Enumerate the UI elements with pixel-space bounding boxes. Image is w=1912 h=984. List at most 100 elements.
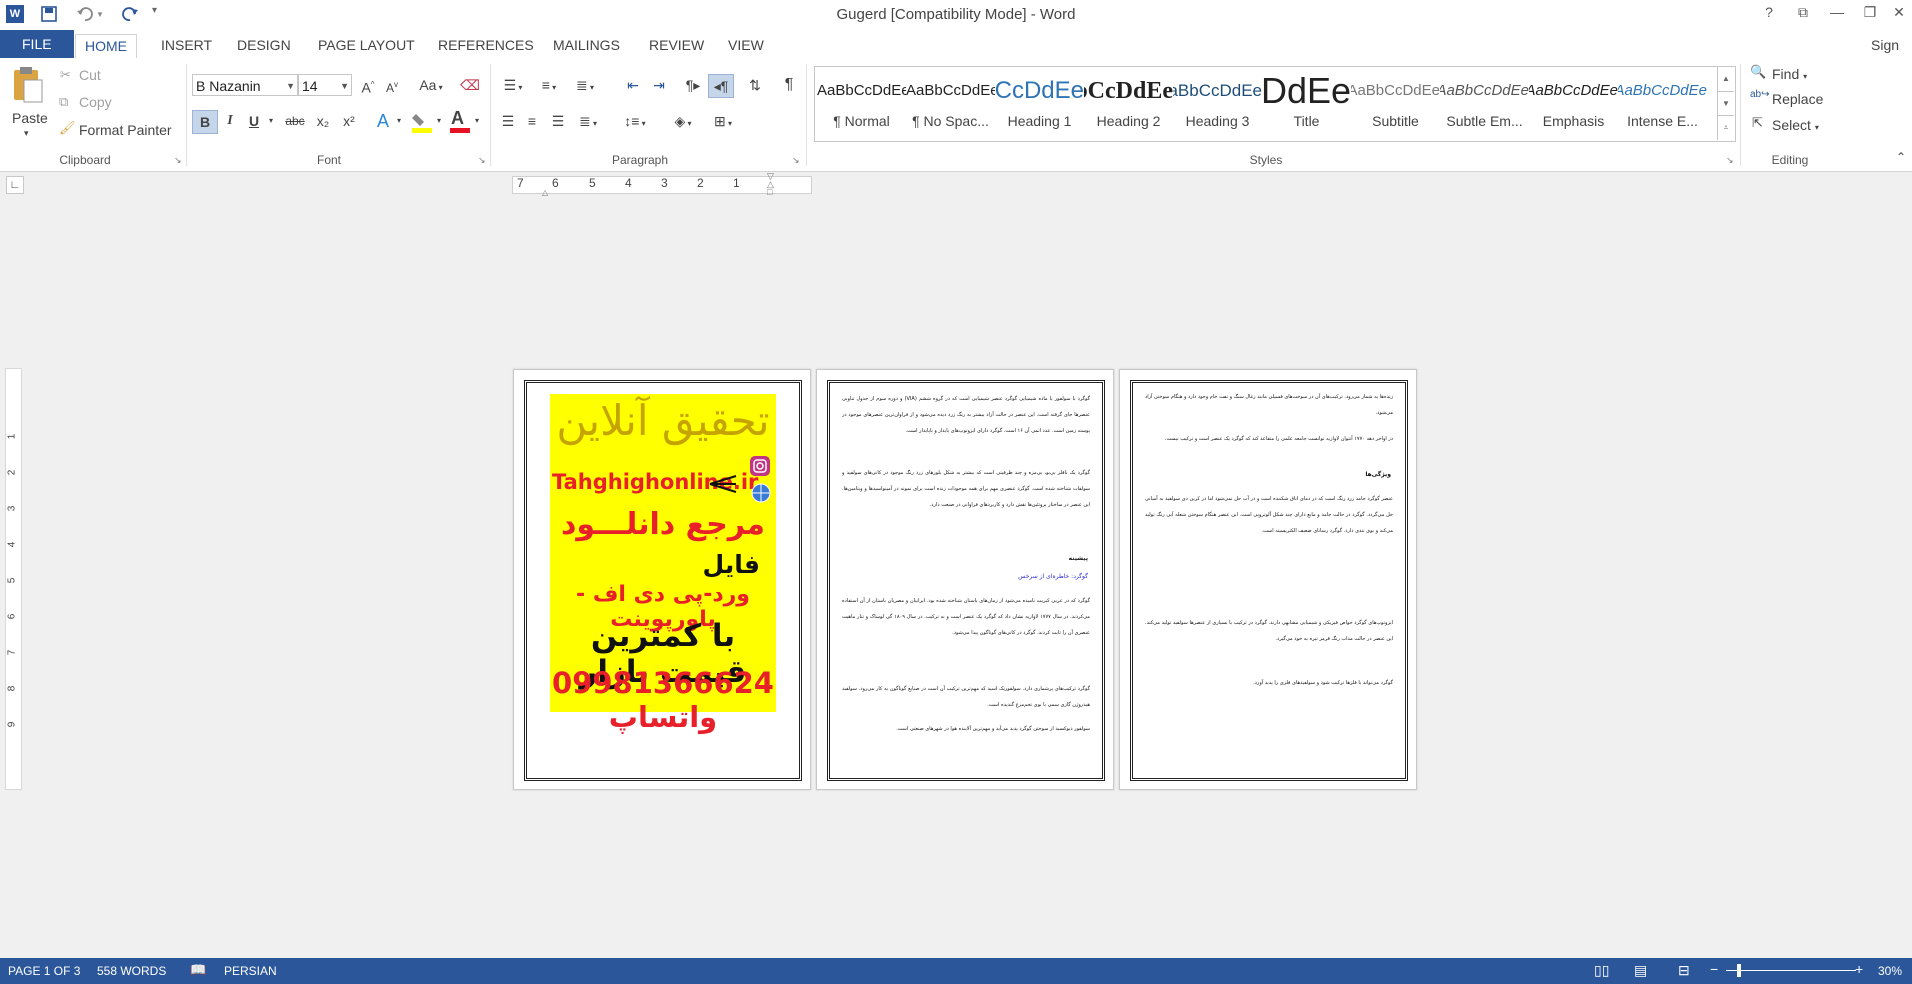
numbering-button[interactable]: ≡ ▾ bbox=[534, 74, 564, 96]
tab-review[interactable]: REVIEW bbox=[640, 34, 713, 58]
highlight-dropdown-icon[interactable]: ▾ bbox=[434, 110, 444, 132]
read-mode-icon[interactable]: ▯▯ bbox=[1594, 962, 1609, 979]
copy-icon[interactable]: ⧉ bbox=[59, 94, 68, 110]
paste-icon[interactable] bbox=[10, 66, 46, 106]
style-heading-2[interactable]: AaBbCcDdEe Heading 2 bbox=[1084, 67, 1173, 139]
font-family-dropdown-icon[interactable]: ▼ bbox=[286, 75, 295, 97]
highlight-color-button[interactable] bbox=[410, 110, 434, 134]
multilevel-list-button[interactable]: ≣ ▾ bbox=[570, 74, 600, 96]
page-indicator[interactable]: PAGE 1 OF 3 bbox=[8, 964, 80, 978]
styles-scroll-down-icon[interactable]: ▼ bbox=[1717, 91, 1734, 116]
shrink-font-button[interactable]: Av bbox=[382, 74, 402, 96]
underline-button[interactable]: U bbox=[244, 110, 264, 132]
align-right-icon[interactable]: ☰ bbox=[548, 110, 568, 132]
cut-button[interactable]: Cut bbox=[79, 67, 101, 83]
document-page-3[interactable]: زنده‌ها به شمار می‌رود. ترکیب‌های آن در … bbox=[1119, 369, 1417, 790]
grow-font-button[interactable]: A^ bbox=[358, 74, 378, 96]
subscript-button[interactable]: x₂ bbox=[312, 110, 334, 132]
collapse-ribbon-icon[interactable]: ⌃ bbox=[1896, 150, 1906, 164]
zoom-in-icon[interactable]: + bbox=[1855, 961, 1863, 977]
tab-home[interactable]: HOME bbox=[75, 34, 137, 60]
font-color-dropdown-icon[interactable]: ▾ bbox=[472, 110, 482, 132]
format-painter-button[interactable]: Format Painter bbox=[79, 122, 172, 138]
align-left-icon[interactable]: ☰ bbox=[498, 110, 518, 132]
ribbon-display-button[interactable]: ⧉ bbox=[1788, 4, 1818, 21]
borders-icon[interactable]: ⊞ ▾ bbox=[706, 110, 740, 132]
proofing-icon[interactable]: 📖 bbox=[190, 962, 206, 978]
tab-design[interactable]: DESIGN bbox=[228, 34, 300, 58]
text-effects-dropdown-icon[interactable]: ▾ bbox=[394, 110, 404, 132]
minimize-button[interactable]: — bbox=[1822, 4, 1852, 20]
find-icon[interactable]: 🔍 bbox=[1750, 64, 1766, 80]
shading-icon[interactable]: ◈ ▾ bbox=[666, 110, 700, 132]
clear-formatting-icon[interactable]: ⌫ bbox=[460, 74, 480, 96]
style-subtitle[interactable]: AaBbCcDdEe Subtitle bbox=[1351, 67, 1440, 139]
document-page-2[interactable]: گوگرد با سولفور یا ماده شیمیایی گوگرد عن… bbox=[816, 369, 1114, 790]
format-painter-icon[interactable]: 🖌 bbox=[59, 120, 76, 136]
rtl-direction-icon[interactable]: ◂¶ bbox=[708, 74, 734, 98]
style-title[interactable]: AaBbCcDdEe Title bbox=[1262, 67, 1351, 139]
strikethrough-button[interactable]: abc bbox=[282, 110, 308, 132]
style-no-spacing[interactable]: AaBbCcDdEe ¶ No Spac... bbox=[906, 67, 995, 139]
zoom-slider[interactable] bbox=[1726, 970, 1856, 971]
print-layout-icon[interactable]: ▤ bbox=[1634, 962, 1647, 979]
italic-button[interactable]: I bbox=[220, 110, 240, 132]
word-count[interactable]: 558 WORDS bbox=[97, 964, 166, 978]
line-spacing-icon[interactable]: ↕≡ ▾ bbox=[618, 110, 652, 132]
paste-button[interactable]: Paste bbox=[12, 110, 48, 126]
zoom-slider-thumb[interactable] bbox=[1737, 964, 1741, 977]
first-line-indent-marker-icon[interactable]: ▽ △ □ bbox=[767, 172, 774, 197]
font-size-dropdown-icon[interactable]: ▼ bbox=[340, 75, 349, 97]
font-family-combo[interactable]: B Nazanin ▼ bbox=[192, 74, 298, 96]
show-formatting-icon[interactable]: ¶ bbox=[778, 74, 800, 96]
copy-button[interactable]: Copy bbox=[79, 94, 112, 110]
clipboard-launcher-icon[interactable]: ↘ bbox=[174, 155, 182, 166]
tab-mailings[interactable]: MAILINGS bbox=[544, 34, 629, 58]
tab-view[interactable]: VIEW bbox=[719, 34, 773, 58]
tab-insert[interactable]: INSERT bbox=[152, 34, 221, 58]
select-button[interactable]: Select ▾ bbox=[1772, 117, 1819, 133]
select-icon[interactable]: ⇱ bbox=[1752, 115, 1763, 131]
left-indent-marker-icon[interactable]: △ bbox=[542, 188, 548, 197]
restore-button[interactable]: ❐ bbox=[1855, 4, 1885, 21]
font-size-combo[interactable]: 14 ▼ bbox=[298, 74, 352, 96]
zoom-level[interactable]: 30% bbox=[1878, 964, 1902, 978]
replace-icon[interactable]: ab↪ bbox=[1750, 89, 1770, 100]
style-intense-emphasis[interactable]: AaBbCcDdEe Intense E... bbox=[1618, 67, 1707, 139]
justify-icon[interactable]: ≣ ▾ bbox=[574, 110, 602, 132]
document-page-1[interactable]: تحقیق آنلاین Tahghighonline.ir مرجع دانل… bbox=[513, 369, 811, 790]
style-heading-1[interactable]: AaBbCcDdEe Heading 1 bbox=[995, 67, 1084, 139]
cut-icon[interactable]: ✂ bbox=[60, 67, 71, 83]
replace-button[interactable]: Replace bbox=[1772, 91, 1823, 107]
language-indicator[interactable]: PERSIAN bbox=[224, 964, 277, 978]
tab-file[interactable]: FILE bbox=[0, 30, 74, 58]
help-button[interactable]: ? bbox=[1754, 4, 1784, 20]
style-emphasis[interactable]: AaBbCcDdEe Emphasis bbox=[1529, 67, 1618, 139]
increase-indent-icon[interactable]: ⇥ bbox=[648, 74, 670, 96]
tab-page-layout[interactable]: PAGE LAYOUT bbox=[309, 34, 424, 58]
font-color-button[interactable]: A bbox=[448, 108, 472, 134]
close-button[interactable]: ✕ bbox=[1884, 4, 1912, 21]
underline-dropdown-icon[interactable]: ▾ bbox=[266, 110, 276, 132]
decrease-indent-icon[interactable]: ⇤ bbox=[622, 74, 644, 96]
zoom-out-icon[interactable]: − bbox=[1710, 961, 1718, 977]
styles-launcher-icon[interactable]: ↘ bbox=[1726, 155, 1734, 166]
bullets-button[interactable]: ☰ ▾ bbox=[498, 74, 528, 96]
font-launcher-icon[interactable]: ↘ bbox=[478, 155, 486, 166]
tab-references[interactable]: REFERENCES bbox=[429, 34, 543, 58]
sort-icon[interactable]: ⇅ bbox=[744, 74, 766, 96]
style-normal[interactable]: AaBbCcDdEe ¶ Normal bbox=[817, 67, 906, 139]
style-subtle-emphasis[interactable]: AaBbCcDdEe Subtle Em... bbox=[1440, 67, 1529, 139]
styles-more-icon[interactable]: ⩡ bbox=[1717, 115, 1734, 140]
sign-in-link[interactable]: Sign i bbox=[1862, 34, 1912, 75]
text-effects-button[interactable]: A bbox=[372, 110, 394, 132]
styles-scroll-up-icon[interactable]: ▲ bbox=[1717, 67, 1734, 91]
change-case-button[interactable]: Aa ▾ bbox=[414, 74, 448, 96]
ltr-direction-icon[interactable]: ¶▸ bbox=[682, 74, 704, 96]
paragraph-launcher-icon[interactable]: ↘ bbox=[792, 155, 800, 166]
style-heading-3[interactable]: AaBbCcDdEe Heading 3 bbox=[1173, 67, 1262, 139]
tab-selector-icon[interactable]: ∟ bbox=[6, 176, 24, 194]
superscript-button[interactable]: x² bbox=[338, 110, 360, 132]
bold-button[interactable]: B bbox=[192, 110, 218, 134]
paste-dropdown-icon[interactable]: ▾ bbox=[24, 128, 29, 139]
